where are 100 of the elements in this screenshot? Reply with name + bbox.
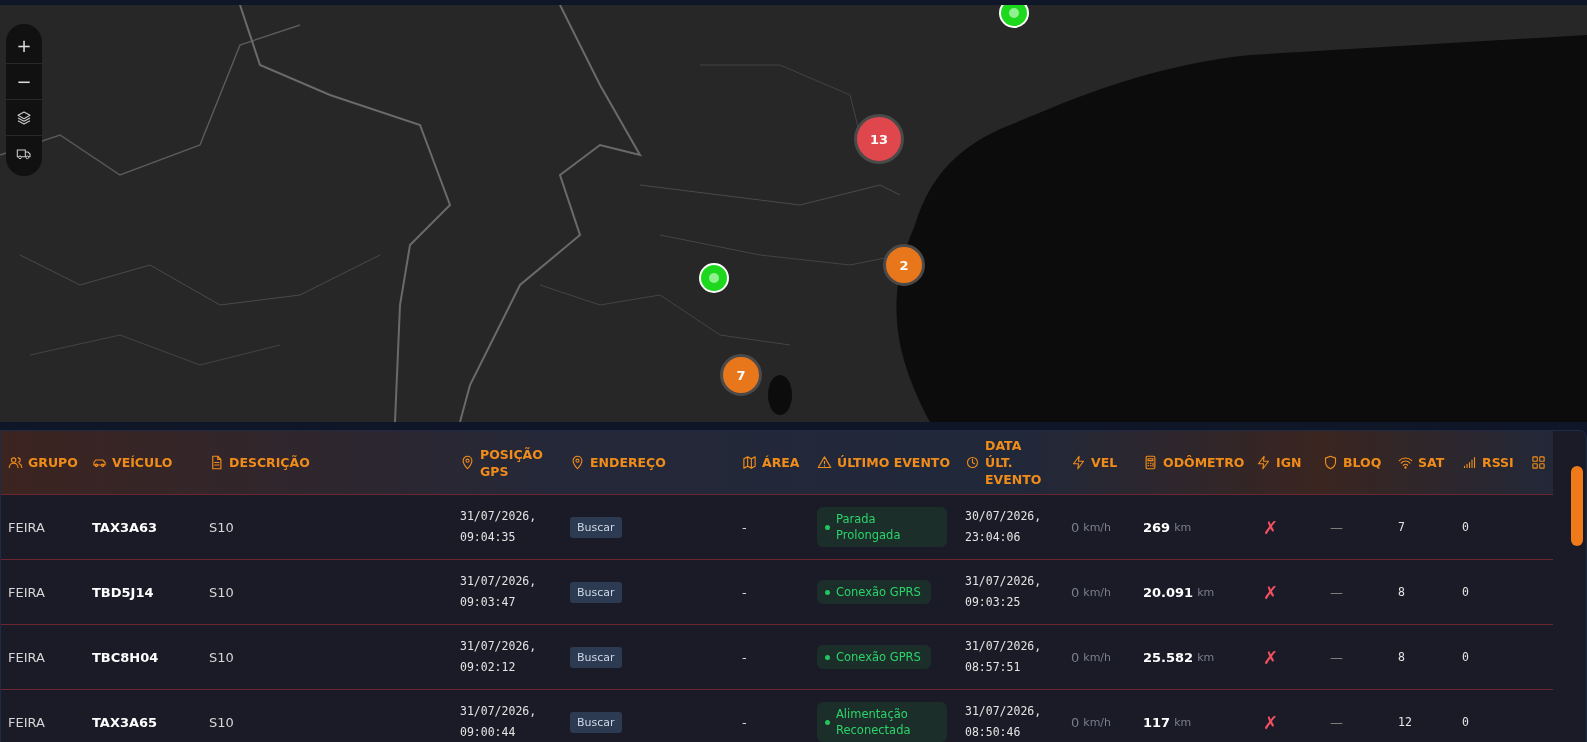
status-dot [825,719,830,725]
event-badge: Conexão GPRS [817,580,931,604]
search-address-button[interactable]: Buscar [570,581,622,603]
table-cell: 0 [1071,519,1080,535]
table-cell-text: 31/07/2026, 09:03:25 [964,573,1043,611]
table-cell-text: 0 [1461,518,1470,536]
unit-label: km/h [1083,520,1112,534]
search-address-button[interactable]: Buscar [570,516,622,538]
table-cell: 20.091 [1143,584,1194,600]
table-cell-text: 31/07/2026, 09:02:12 [459,638,538,676]
table-cell-text: TBD5J14 [91,584,155,600]
table-cell: 0 [1071,649,1080,665]
lightning-icon [1071,455,1086,470]
table-cell-text: 31/07/2026, 09:04:35 [459,508,538,546]
column-header[interactable]: DESCRIÇÃO [202,454,453,471]
table-cell: 0 [1071,584,1080,600]
column-header[interactable]: IGN [1249,454,1316,471]
table-cell-text: TBC8H04 [91,649,160,665]
zoom-in-button[interactable]: + [6,28,42,64]
column-header[interactable]: VEÍCULO [85,454,202,471]
pin-icon [460,455,475,470]
table-cell-text: S10 [208,519,235,535]
table-cell-text: 0 [1461,713,1470,731]
unit-label: km/h [1083,650,1112,664]
column-header[interactable]: GRUPO [1,454,85,471]
signal-icon [1462,455,1477,470]
table-cell-text: 0 [1461,583,1470,601]
table-cell-text: — [1329,649,1344,665]
users-icon [8,455,23,470]
table-cell-text: FEIRA [7,584,46,600]
table-cell-text: 7 [1397,518,1406,536]
event-badge: Parada Prolongada [817,507,947,547]
table-cell-text: S10 [208,584,235,600]
table-cell-text: — [1329,519,1344,535]
table-cell-text: 31/07/2026, 09:03:47 [459,573,538,611]
table-cell-text: 12 [1397,713,1413,731]
table-cell-text: TAX3A65 [91,714,159,730]
status-dot [825,589,830,595]
table-cell-text: TAX3A63 [91,519,159,535]
document-icon [209,455,224,470]
column-header[interactable]: ÚLTIMO EVENTO [810,454,958,471]
column-header[interactable]: POSIÇÃO GPS [453,445,563,480]
table-cell-text: — [1329,714,1344,730]
table-cell-text: FEIRA [7,519,46,535]
table-cell: 269 [1143,519,1171,535]
table-cell-text: FEIRA [7,649,46,665]
zoom-out-button[interactable]: − [6,64,42,100]
unit-label: km [1197,650,1215,664]
event-badge: Alimentação Reconectada [817,702,947,742]
column-header[interactable]: SAT [1391,454,1455,471]
pin-icon [570,455,585,470]
table-cell-text: ✗ [1262,516,1280,538]
table-cell: 25.582 [1143,649,1194,665]
search-address-button[interactable]: Buscar [570,646,622,668]
table-cell-text: - [741,649,748,665]
clock-icon [965,455,980,470]
table-cell-text: ✗ [1262,646,1280,668]
grid-icon [1531,455,1546,470]
shield-icon [1323,455,1338,470]
table-cell-text: S10 [208,649,235,665]
table-cell-text: - [741,519,748,535]
warning-icon [817,455,832,470]
lightning-icon [1256,455,1271,470]
calculator-icon [1143,455,1158,470]
event-badge: Conexão GPRS [817,645,931,669]
table-cell-text: 31/07/2026, 08:57:51 [964,638,1043,676]
unit-label: km [1174,715,1192,729]
unit-label: km [1174,520,1192,534]
status-dot [825,524,830,530]
unit-label: km [1197,585,1215,599]
column-header[interactable]: RSSI [1455,454,1531,471]
unit-label: km/h [1083,715,1112,729]
wifi-icon [1398,455,1413,470]
table-cell-text: S10 [208,714,235,730]
table-cell: 117 [1143,714,1171,730]
table-cell: 0 [1071,714,1080,730]
table-cell-text: FEIRA [7,714,46,730]
layers-icon [16,109,32,126]
table-cell-text: — [1329,584,1344,600]
table-cell-text: ✗ [1262,581,1280,603]
table-cell-text: ✗ [1262,711,1280,733]
table-cell-text: - [741,714,748,730]
column-header[interactable]: BLOQ [1316,454,1391,471]
table-cell-text: 8 [1397,583,1406,601]
unit-label: km/h [1083,585,1112,599]
table-cell-text: - [741,584,748,600]
table-cell-text: 0 [1461,648,1470,666]
truck-icon [16,146,32,162]
search-address-button[interactable]: Buscar [570,711,622,733]
table-cell-text: 30/07/2026, 23:04:06 [964,508,1043,546]
column-header[interactable]: ÁREA [735,454,810,471]
status-dot [825,654,830,660]
table-cell-text: 31/07/2026, 09:00:44 [459,703,538,741]
column-header[interactable]: ODÔMETRO [1136,454,1249,471]
map-icon [742,455,757,470]
column-header[interactable]: ENDEREÇO [563,454,735,471]
table-cell-text: 8 [1397,648,1406,666]
table-cell-text: 31/07/2026, 08:50:46 [964,703,1043,741]
column-header[interactable]: VEL [1064,454,1136,471]
column-header[interactable]: DATA ÚLT. EVENTO [958,437,1064,488]
